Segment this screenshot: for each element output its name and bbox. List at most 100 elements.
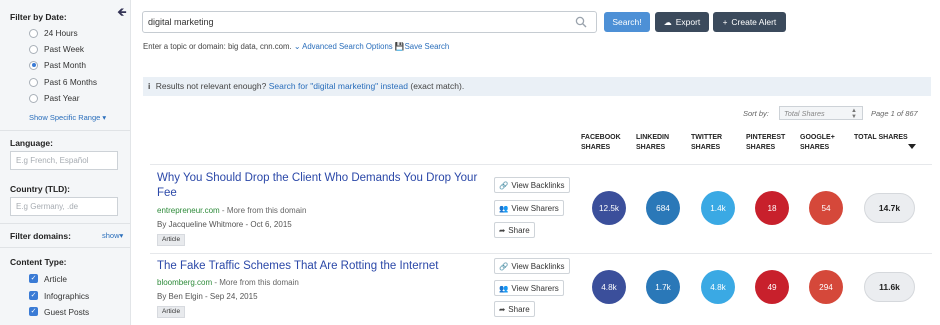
date-option-label: Past Week [44,44,84,54]
date-option-label: 24 Hours [44,28,78,38]
search-input[interactable]: digital marketing [142,11,597,33]
content-type-infographics[interactable]: ✓ Infographics [29,290,89,301]
app-root: 🡸 Filter by Date: 24 Hours Past Week Pas… [0,0,940,325]
checkbox-checked-icon[interactable]: ✓ [29,274,38,283]
article-domain-link[interactable]: bloomberg.com [157,278,212,287]
view-sharers-button[interactable]: 👥 View Sharers [494,200,564,216]
google-plus-shares-badge: 294 [809,270,843,304]
column-header-pinterest[interactable]: PINTEREST SHARES [746,133,785,153]
date-option-label: Past Month [44,60,86,70]
google-plus-shares-badge: 54 [809,191,843,225]
advanced-search-link[interactable]: ⌄ Advanced Search Options [294,42,395,51]
article-type-tag: Article [157,234,186,246]
caret-down-icon: ▾ [119,231,124,240]
date-option-past-6-months[interactable]: Past 6 Months [29,76,97,88]
column-header-line: FACEBOOK [581,134,621,141]
linkedin-shares-badge: 684 [646,191,680,225]
share-button[interactable]: ➦ Share [494,301,535,317]
row-divider [150,253,932,254]
notice-prefix: Results not relevant enough? [155,81,267,91]
checkbox-checked-icon[interactable]: ✓ [29,307,38,316]
column-header-line: SHARES [800,144,830,151]
column-header-linkedin[interactable]: LINKEDIN SHARES [636,133,669,153]
content-type-label: Infographics [44,290,90,301]
users-icon: 👥 [499,203,509,213]
article-domain-link[interactable]: entrepreneur.com [157,206,220,215]
article-title-link[interactable]: Why You Should Drop the Client Who Deman… [157,171,482,201]
column-header-line: PINTEREST [746,134,786,141]
column-header-line: TWITTER [691,134,723,141]
show-label: show [102,231,120,240]
article-source: bloomberg.com - More from this domain [157,278,299,287]
create-alert-label: Create Alert [731,17,777,27]
date-option-past-month[interactable]: Past Month [29,59,86,71]
sidebar-divider [0,247,130,248]
radio-icon[interactable] [29,44,38,54]
search-icon[interactable] [575,16,587,28]
content-type-label: Guest Posts [44,306,90,317]
content-type-guest-posts[interactable]: ✓ Guest Posts [29,306,89,317]
radio-icon[interactable] [29,77,38,87]
share-icon: ➦ [499,225,506,235]
view-backlinks-button[interactable]: 🔗 View Backlinks [494,177,570,193]
specific-range-label: Show Specific Range [29,113,101,122]
create-alert-button[interactable]: + Create Alert [713,12,786,32]
sidebar-divider [0,130,130,131]
column-header-line: TOTAL SHARES [854,134,908,141]
column-header-line: LINKEDIN [636,134,670,141]
more-from-domain-link[interactable]: - More from this domain [220,206,306,215]
column-header-twitter[interactable]: TWITTER SHARES [691,133,722,153]
share-label: Share [508,304,530,314]
share-button[interactable]: ➦ Share [494,222,535,238]
pinterest-shares-badge: 49 [755,270,789,304]
country-heading: Country (TLD): [10,184,70,194]
select-arrows-icon: ▲ ▼ [851,108,857,120]
date-option-label: Past 6 Months [44,77,98,87]
checkbox-checked-icon[interactable]: ✓ [29,291,38,300]
date-option-past-year[interactable]: Past Year [29,92,80,104]
filter-date-heading: Filter by Date: [10,12,67,22]
country-input[interactable]: E.g Germany, .de [10,197,118,216]
radio-checked-icon[interactable] [29,60,38,70]
search-button[interactable]: Search! [604,12,650,32]
column-header-total-shares[interactable]: TOTAL SHARES [854,133,908,143]
date-option-24-hours[interactable]: 24 Hours [29,27,78,39]
radio-icon[interactable] [29,28,38,38]
language-input[interactable]: E.g French, Español [10,151,118,170]
article-source: entrepreneur.com - More from this domain [157,206,306,215]
sort-desc-icon[interactable] [908,144,916,149]
date-option-past-week[interactable]: Past Week [29,43,84,55]
page-info: Page 1 of 867 [871,109,918,118]
info-icon: i [148,81,151,91]
sort-by-label: Sort by: [743,109,769,118]
article-title-link[interactable]: The Fake Traffic Schemes That Are Rottin… [157,259,482,274]
notice-suffix: (exact match). [410,81,465,91]
plus-icon: + [722,17,728,27]
article-author-date: By Jacqueline Whitmore - Oct 6, 2015 [157,220,292,229]
more-from-domain-link[interactable]: - More from this domain [212,278,298,287]
column-header-facebook[interactable]: FACEBOOK SHARES [581,133,621,153]
radio-icon[interactable] [29,93,38,103]
linkedin-shares-badge: 1.7k [646,270,680,304]
content-type-heading: Content Type: [10,257,67,267]
filter-domains-show-link[interactable]: show▾ [102,231,123,240]
save-search-link[interactable]: 💾Save Search [395,42,449,51]
view-sharers-button[interactable]: 👥 View Sharers [494,280,564,296]
column-header-line: SHARES [746,144,776,151]
total-shares-badge: 14.7k [864,193,915,223]
sort-select[interactable]: Total Shares ▲ ▼ [779,106,863,120]
users-icon: 👥 [499,283,509,293]
content-type-article[interactable]: ✓ Article [29,273,67,284]
export-button[interactable]: ☁ Export [655,12,709,32]
column-header-google-plus[interactable]: GOOGLE+ SHARES [800,133,835,153]
search-hint: Enter a topic or domain: big data, cnn.c… [143,42,449,51]
hint-text: Enter a topic or domain: big data, cnn.c… [143,42,292,51]
exact-match-search-link[interactable]: Search for "digital marketing" instead [269,81,408,91]
show-specific-range-link[interactable]: Show Specific Range ▾ [29,113,106,122]
view-backlinks-label: View Backlinks [511,180,565,190]
chevron-down-icon: ⌄ [293,42,301,51]
export-label: Export [675,17,701,27]
view-backlinks-button[interactable]: 🔗 View Backlinks [494,258,570,274]
total-shares-badge: 11.6k [864,272,915,302]
collapse-sidebar-icon[interactable]: 🡸 [117,3,127,24]
